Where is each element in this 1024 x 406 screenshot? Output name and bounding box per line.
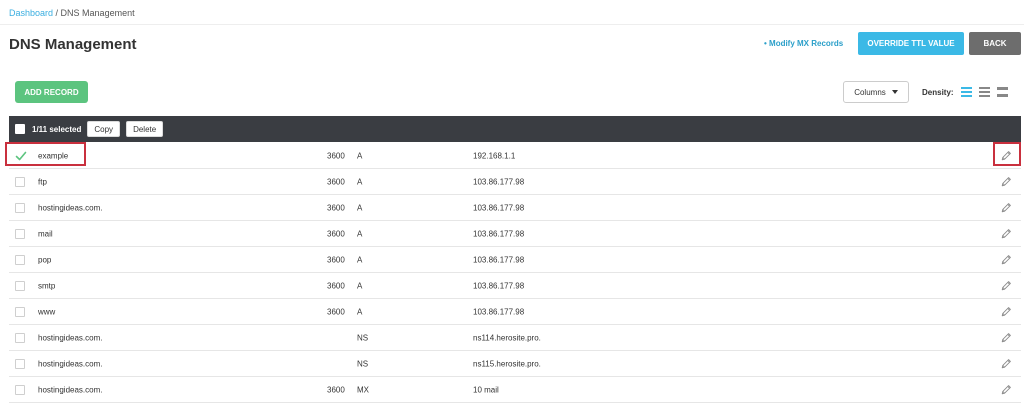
record-value: 10 mail <box>473 385 499 394</box>
breadcrumb-current: DNS Management <box>60 8 135 18</box>
modify-mx-records-link[interactable]: • Modify MX Records <box>764 39 843 48</box>
record-type: A <box>357 281 363 290</box>
record-name: hostingideas.com. <box>38 333 103 342</box>
records-table: example 3600 A 192.168.1.1 ftp 3600 A 103.86.17… <box>9 143 1021 403</box>
pencil-icon[interactable] <box>1000 384 1012 396</box>
breadcrumb-separator: / <box>53 8 61 18</box>
record-ttl: 3600 <box>327 203 345 212</box>
row-checkbox[interactable] <box>15 202 25 213</box>
record-name: hostingideas.com. <box>38 359 103 368</box>
record-type: A <box>357 229 363 238</box>
checkmark-icon[interactable] <box>15 150 27 162</box>
record-ttl: 3600 <box>327 151 345 160</box>
pencil-icon[interactable] <box>1000 202 1012 214</box>
table-row[interactable]: ftp 3600 A 103.86.177.98 <box>9 169 1021 195</box>
record-value: 103.86.177.98 <box>473 177 525 186</box>
table-row[interactable]: hostingideas.com. 3600 A 103.86.177.98 <box>9 195 1021 221</box>
record-type: A <box>357 255 363 264</box>
record-type: A <box>357 307 363 316</box>
record-value: ns115.herosite.pro. <box>473 359 541 368</box>
record-type: A <box>357 203 363 212</box>
pencil-icon[interactable] <box>1000 332 1012 344</box>
record-name: smtp <box>38 281 56 290</box>
record-value: 103.86.177.98 <box>473 281 525 290</box>
record-name: pop <box>38 255 52 264</box>
record-ttl: 3600 <box>327 255 345 264</box>
header-divider <box>0 24 1024 25</box>
record-name: hostingideas.com. <box>38 203 103 212</box>
columns-label: Columns <box>854 87 886 97</box>
row-checkbox[interactable] <box>15 358 25 369</box>
record-value: 103.86.177.98 <box>473 203 525 212</box>
record-name: mail <box>38 229 53 238</box>
add-record-button[interactable]: ADD RECORD <box>15 81 88 103</box>
record-value: 192.168.1.1 <box>473 151 516 160</box>
table-row[interactable]: mail 3600 A 103.86.177.98 <box>9 221 1021 247</box>
record-ttl: 3600 <box>327 307 345 316</box>
record-type: NS <box>357 359 369 368</box>
pencil-icon[interactable] <box>1000 176 1012 188</box>
copy-button[interactable]: Copy <box>87 121 121 137</box>
record-ttl: 3600 <box>327 385 345 394</box>
table-row[interactable]: hostingideas.com. NS ns115.herosite.pro. <box>9 351 1021 377</box>
back-button[interactable]: BACK <box>969 32 1021 55</box>
table-row[interactable]: pop 3600 A 103.86.177.98 <box>9 247 1021 273</box>
page-title: DNS Management <box>9 36 137 53</box>
pencil-icon[interactable] <box>1000 306 1012 318</box>
row-checkbox[interactable] <box>15 176 25 187</box>
pencil-icon[interactable] <box>1000 254 1012 266</box>
columns-dropdown[interactable]: Columns <box>843 81 909 103</box>
table-row[interactable]: hostingideas.com. 3600 MX 10 mail <box>9 377 1021 403</box>
density-comfortable-icon[interactable] <box>997 87 1008 97</box>
record-ttl: 3600 <box>327 229 345 238</box>
caret-down-icon <box>891 90 898 94</box>
breadcrumb: Dashboard / DNS Management <box>9 8 135 18</box>
pencil-icon[interactable] <box>1000 228 1012 240</box>
row-checkbox[interactable] <box>15 306 25 317</box>
record-type: MX <box>357 385 369 394</box>
selection-count: 1/11 selected <box>32 124 82 134</box>
select-all-checkbox[interactable] <box>15 124 25 134</box>
record-value: 103.86.177.98 <box>473 255 525 264</box>
record-name: www <box>38 307 56 316</box>
table-row[interactable]: smtp 3600 A 103.86.177.98 <box>9 273 1021 299</box>
row-checkbox[interactable] <box>15 332 25 343</box>
density-standard-icon[interactable] <box>979 87 990 97</box>
pencil-icon[interactable] <box>1000 358 1012 370</box>
record-type: NS <box>357 333 369 342</box>
row-checkbox[interactable] <box>15 228 25 239</box>
pencil-icon[interactable] <box>1000 150 1012 162</box>
table-row[interactable]: hostingideas.com. NS ns114.herosite.pro. <box>9 325 1021 351</box>
breadcrumb-dashboard-link[interactable]: Dashboard <box>9 8 53 18</box>
record-ttl: 3600 <box>327 177 345 186</box>
record-value: 103.86.177.98 <box>473 229 525 238</box>
row-checkbox[interactable] <box>15 254 25 265</box>
override-ttl-button[interactable]: OVERRIDE TTL VALUE <box>858 32 964 55</box>
row-checkbox[interactable] <box>15 384 25 395</box>
record-ttl: 3600 <box>327 281 345 290</box>
table-toolbar: 1/11 selected Copy Delete <box>9 116 1021 142</box>
table-row[interactable]: www 3600 A 103.86.177.98 <box>9 299 1021 325</box>
table-row[interactable]: example 3600 A 192.168.1.1 <box>9 143 1021 169</box>
row-checkbox[interactable] <box>15 280 25 291</box>
record-value: ns114.herosite.pro. <box>473 333 541 342</box>
record-name: hostingideas.com. <box>38 385 103 394</box>
record-value: 103.86.177.98 <box>473 307 525 316</box>
density-compact-icon[interactable] <box>961 87 972 97</box>
record-type: A <box>357 151 363 160</box>
density-label: Density: <box>922 88 954 97</box>
delete-button[interactable]: Delete <box>126 121 164 137</box>
record-type: A <box>357 177 363 186</box>
record-name: example <box>38 151 69 160</box>
record-name: ftp <box>38 177 47 186</box>
pencil-icon[interactable] <box>1000 280 1012 292</box>
